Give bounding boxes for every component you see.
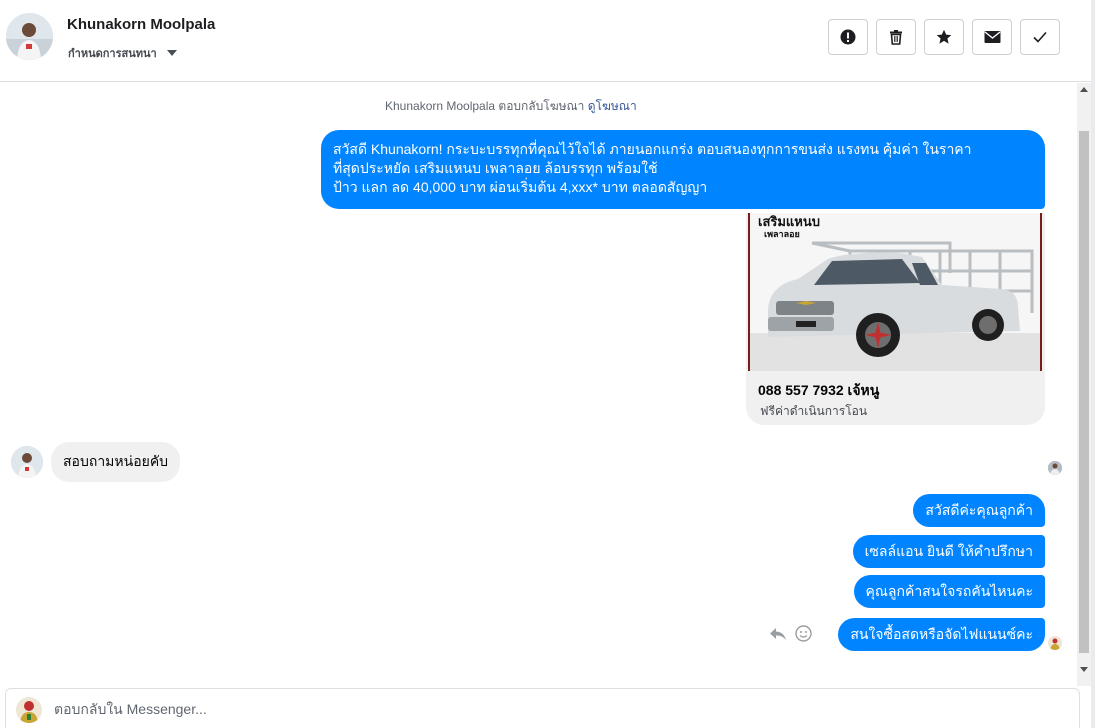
outgoing-message-bubble[interactable]: เซลล์แอน ยินดี ให้คำปรึกษา <box>852 535 1045 568</box>
view-ad-link[interactable]: ดูโฆษณา <box>588 99 637 113</box>
page-edge <box>1091 0 1095 728</box>
scroll-up-arrow-icon[interactable] <box>1080 87 1088 92</box>
outgoing-message-bubble[interactable]: สนใจซื้อสดหรือจัดไฟแนนซ์คะ <box>838 618 1045 651</box>
seen-indicator-avatar <box>1048 461 1062 475</box>
ad-reply-notice: Khunakorn Moolpala ตอบกลับโฆษณา ดูโฆษณา <box>385 97 637 116</box>
star-icon <box>936 29 952 44</box>
conversation-actions <box>828 19 1060 55</box>
caret-down-icon <box>166 50 177 56</box>
contact-avatar-small[interactable] <box>11 446 43 478</box>
delete-button[interactable] <box>876 19 916 55</box>
page-avatar <box>16 697 42 723</box>
ad-message-line: สวัสดี Khunakorn! กระบะบรรทุกที่คุณไว้ใจ… <box>333 141 972 157</box>
ad-message-line: ป้าว แลก ลด 40,000 บาท ผ่อนเริ่มต้น 4,xx… <box>333 179 708 195</box>
outgoing-message-bubble[interactable]: คุณลูกค้าสนใจรถคันไหนคะ <box>853 575 1045 608</box>
conversation-settings-dropdown[interactable]: กำหนดการสนทนา <box>68 44 177 62</box>
reply-icon[interactable] <box>769 627 787 641</box>
ad-card[interactable]: เสริมแหนบ เพลาลอย 088 557 7932 เจ้หนู ฟร… <box>746 213 1045 425</box>
ad-card-image: เสริมแหนบ เพลาลอย <box>748 213 1042 371</box>
conversation-settings-label: กำหนดการสนทนา <box>68 48 157 60</box>
ad-card-title: 088 557 7932 เจ้หนู <box>758 382 880 398</box>
contact-avatar[interactable] <box>6 13 53 60</box>
ad-message-line: ที่สุดประหยัด เสริมแหนบ เพลาลอย ล้อบรรทุ… <box>333 160 658 176</box>
incoming-message-bubble[interactable]: สอบถามหน่อยคับ <box>51 442 181 482</box>
scrollbar-thumb[interactable] <box>1079 131 1089 653</box>
incoming-message-row: สอบถามหน่อยคับ <box>11 442 181 482</box>
trash-icon <box>890 30 902 45</box>
conversation-header: Khunakorn Moolpala กำหนดการสนทนา <box>0 0 1091 82</box>
messenger-conversation: Khunakorn Moolpala กำหนดการสนทนา Khunako… <box>0 0 1095 728</box>
mark-unread-button[interactable] <box>972 19 1012 55</box>
react-emoji-icon[interactable] <box>795 625 812 642</box>
page-seen-avatar <box>1048 636 1062 650</box>
ad-message-bubble[interactable]: สวัสดี Khunakorn! กระบะบรรทุกที่คุณไว้ใจ… <box>321 130 1045 209</box>
thread-scrollbar[interactable] <box>1077 83 1091 686</box>
reply-input[interactable] <box>54 698 954 720</box>
mark-done-button[interactable] <box>1020 19 1060 55</box>
ad-card-image-caption: เพลาลอย <box>764 229 800 239</box>
check-icon <box>1033 31 1047 43</box>
contact-name[interactable]: Khunakorn Moolpala <box>67 16 215 33</box>
message-tools <box>769 625 812 642</box>
exclamation-icon <box>840 29 856 45</box>
message-thread: Khunakorn Moolpala ตอบกลับโฆษณา ดูโฆษณา … <box>0 83 1077 686</box>
reply-composer <box>5 688 1080 728</box>
star-button[interactable] <box>924 19 964 55</box>
ad-reply-notice-text: Khunakorn Moolpala ตอบกลับโฆษณา <box>385 99 585 113</box>
envelope-icon <box>984 31 1000 43</box>
scroll-down-arrow-icon[interactable] <box>1080 667 1088 672</box>
report-button[interactable] <box>828 19 868 55</box>
ad-card-subtitle: ฟรีค่าดำเนินการโอน <box>760 404 868 418</box>
outgoing-message-bubble[interactable]: สวัสดีค่ะคุณลูกค้า <box>913 494 1045 527</box>
